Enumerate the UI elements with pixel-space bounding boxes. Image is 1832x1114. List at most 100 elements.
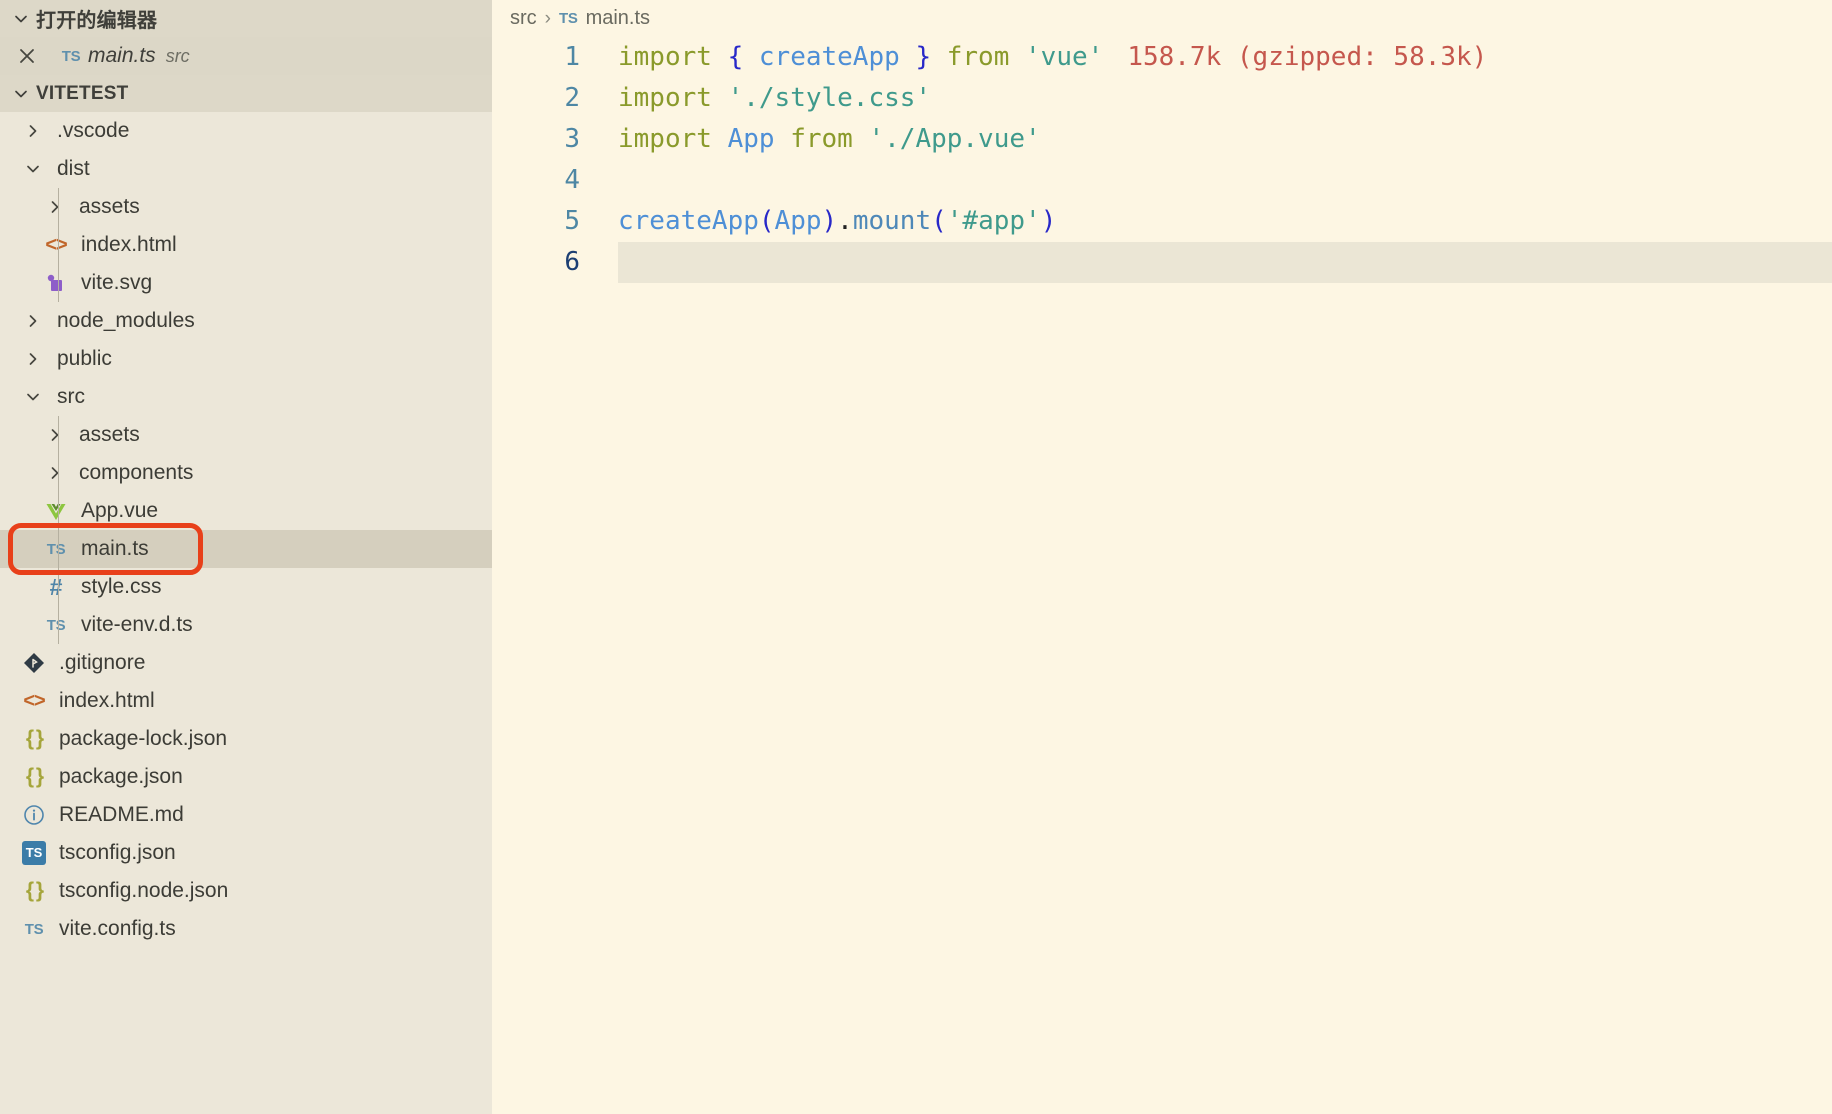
tree-item-label: node_modules: [57, 309, 195, 332]
token-paren-close: ): [1040, 206, 1057, 236]
tree-item-package-json[interactable]: { } package.json: [0, 758, 492, 796]
tree-item-label: components: [79, 461, 194, 484]
tree-item-label: style.css: [81, 575, 162, 598]
indent-guide: [58, 568, 59, 606]
code-line-3: 3 import App from './App.vue': [492, 119, 1832, 160]
line-text[interactable]: createApp(App). mount('#app'): [618, 201, 1832, 242]
chevron-right-icon[interactable]: [18, 312, 48, 330]
token-paren-close: ): [821, 206, 838, 236]
tree-item--gitignore[interactable]: .gitignore: [0, 644, 492, 682]
code-line-5: 5 createApp(App). mount('#app'): [492, 201, 1832, 242]
line-number-active: 6: [564, 247, 580, 277]
vscode-window: 打开的编辑器 TS main.ts src VITETEST .vscode di…: [0, 0, 1832, 1114]
chevron-down-icon[interactable]: [6, 85, 36, 103]
token-brace-open: {: [727, 42, 744, 72]
tree-item-public[interactable]: public: [0, 340, 492, 378]
css-file-icon: #: [49, 573, 63, 600]
explorer-sidebar: 打开的编辑器 TS main.ts src VITETEST .vscode di…: [0, 0, 492, 1114]
tree-item-label: .vscode: [57, 119, 130, 142]
open-editors-title: 打开的编辑器: [36, 10, 158, 32]
explorer-section-header[interactable]: VITETEST: [0, 75, 492, 112]
tree-item-label: README.md: [59, 803, 184, 826]
line-text[interactable]: import App from './App.vue': [618, 119, 1832, 160]
ts-file-icon: TS: [46, 616, 66, 634]
token-keyword: import: [618, 124, 712, 154]
code-content[interactable]: 1 import { createApp } from 'vue' 158.7k …: [492, 37, 1832, 283]
close-icon[interactable]: [0, 46, 54, 66]
tree-item-main-ts[interactable]: TS main.ts: [0, 530, 492, 568]
md-file-icon: [18, 803, 50, 827]
chevron-down-icon[interactable]: [6, 10, 36, 28]
open-editors-section-header[interactable]: 打开的编辑器: [0, 0, 492, 37]
open-editor-item-main-ts[interactable]: TS main.ts src: [0, 37, 492, 75]
tree-item-vite-config-ts[interactable]: TS vite.config.ts: [0, 910, 492, 948]
token-function: createApp: [618, 206, 759, 236]
tree-item-label: dist: [57, 157, 90, 180]
explorer-root-title: VITETEST: [36, 82, 129, 104]
line-text-active[interactable]: [618, 242, 1832, 283]
breadcrumb-folder[interactable]: src: [510, 7, 537, 30]
indent-guide: [58, 264, 59, 302]
tree-item-dist[interactable]: dist: [0, 150, 492, 188]
breadcrumb[interactable]: src › TS main.ts: [492, 0, 1832, 37]
tree-item-node-modules[interactable]: node_modules: [0, 302, 492, 340]
tree-item-vite-svg[interactable]: vite.svg: [0, 264, 492, 302]
tree-item-label: package.json: [59, 765, 183, 788]
tree-item-assets[interactable]: assets: [0, 416, 492, 454]
tree-item-src[interactable]: src: [0, 378, 492, 416]
tree-item-index-html[interactable]: <> index.html: [0, 226, 492, 264]
token-brace-close: }: [915, 42, 932, 72]
line-text[interactable]: import './style.css': [618, 78, 1832, 119]
token-keyword: import: [618, 83, 712, 113]
chevron-right-icon: ›: [544, 7, 551, 29]
token-string: './App.vue': [868, 124, 1041, 154]
tree-item-tsconfig-json[interactable]: TS tsconfig.json: [0, 834, 492, 872]
tree-item-tsconfig-node-json[interactable]: { } tsconfig.node.json: [0, 872, 492, 910]
line-text[interactable]: import { createApp } from 'vue' 158.7k (g…: [618, 37, 1832, 78]
indent-guide: [58, 188, 59, 226]
tree-item-label: assets: [79, 195, 140, 218]
json-file-icon: { }: [25, 879, 44, 902]
chevron-right-icon[interactable]: [18, 122, 48, 140]
chevron-right-icon[interactable]: [40, 464, 70, 482]
breadcrumb-file[interactable]: main.ts: [586, 7, 650, 30]
tree-item-label: App.vue: [81, 499, 159, 522]
line-number: 3: [564, 124, 580, 154]
git-file-icon: [18, 651, 50, 675]
html-file-icon: <>: [23, 689, 45, 712]
chevron-right-icon[interactable]: [40, 426, 70, 444]
tree-item-vite-env-d-ts[interactable]: TS vite-env.d.ts: [0, 606, 492, 644]
token-paren-open: (: [758, 206, 775, 236]
token-string: '#app': [946, 206, 1041, 236]
ts-file-icon: TS: [24, 920, 44, 938]
code-line-6: 6: [492, 242, 1832, 283]
line-text[interactable]: [618, 160, 1832, 201]
line-number: 4: [564, 165, 580, 195]
tree-item-index-html[interactable]: <> index.html: [0, 682, 492, 720]
open-editor-filepath: src: [165, 45, 190, 66]
tree-item-style-css[interactable]: # style.css: [0, 568, 492, 606]
chevron-down-icon[interactable]: [18, 388, 48, 406]
tree-item-label: index.html: [59, 689, 155, 712]
tree-item--vscode[interactable]: .vscode: [0, 112, 492, 150]
tree-item-readme-md[interactable]: README.md: [0, 796, 492, 834]
ts-file-icon: TS: [46, 540, 66, 558]
code-line-1: 1 import { createApp } from 'vue' 158.7k …: [492, 37, 1832, 78]
indent-guide: [58, 416, 59, 454]
chevron-right-icon[interactable]: [18, 350, 48, 368]
token-keyword-from: from: [946, 42, 1010, 72]
tree-item-components[interactable]: components: [0, 454, 492, 492]
tree-item-app-vue[interactable]: App.vue: [0, 492, 492, 530]
typescript-icon: TS: [54, 48, 88, 65]
chevron-down-icon[interactable]: [18, 160, 48, 178]
chevron-right-icon[interactable]: [40, 198, 70, 216]
token-paren-open: (: [931, 206, 947, 236]
tree-item-assets[interactable]: assets: [0, 188, 492, 226]
indent-guide: [58, 530, 59, 568]
tree-item-package-lock-json[interactable]: { } package-lock.json: [0, 720, 492, 758]
